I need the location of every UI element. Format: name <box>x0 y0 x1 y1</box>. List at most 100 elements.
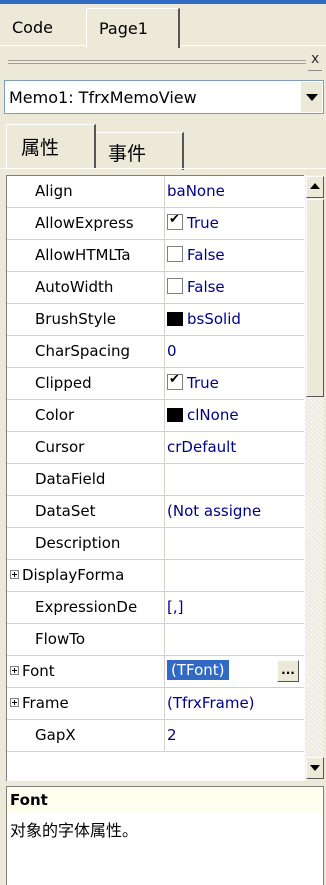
property-value-cell[interactable]: crDefault <box>167 438 305 460</box>
arrow-up-icon <box>310 183 320 189</box>
expand-plus-icon[interactable] <box>10 666 19 675</box>
property-name-cell[interactable]: AllowHTMLTa <box>7 240 165 271</box>
checkbox-checked-icon[interactable] <box>167 374 183 390</box>
property-name-cell[interactable]: DisplayForma <box>7 560 165 591</box>
property-name: BrushStyle <box>35 310 116 328</box>
property-value: False <box>187 246 225 264</box>
color-swatch-icon <box>167 408 183 422</box>
property-row[interactable]: Align baNone <box>7 176 305 208</box>
property-value-cell[interactable] <box>167 470 305 492</box>
property-name-cell[interactable]: GapX <box>7 720 165 751</box>
vertical-scrollbar[interactable] <box>304 175 324 780</box>
property-value-cell[interactable]: False <box>167 278 305 300</box>
dropdown-button[interactable] <box>300 82 322 112</box>
property-row[interactable]: AllowExpress True <box>7 208 305 240</box>
property-row[interactable]: CharSpacing 0 <box>7 336 305 368</box>
property-value: False <box>187 278 225 296</box>
property-name-cell[interactable]: Clipped <box>7 368 165 399</box>
property-name: Frame <box>22 694 69 712</box>
tab-code[interactable]: Code <box>12 18 53 37</box>
property-name: AllowExpress <box>35 214 134 232</box>
property-row[interactable]: DataSet (Not assigne <box>7 496 305 528</box>
scroll-thumb[interactable] <box>306 199 324 397</box>
property-name: Description <box>35 534 121 552</box>
property-name: ExpressionDe <box>35 598 138 616</box>
property-value-cell[interactable]: (TfrxFrame) <box>167 694 305 716</box>
tab-properties[interactable]: 属性 <box>6 124 96 168</box>
property-value-cell[interactable] <box>167 534 305 556</box>
property-value-cell[interactable]: bsSolid <box>167 310 305 332</box>
scroll-up-button[interactable] <box>306 176 324 198</box>
object-selector-value: Memo1: TfrxMemoView <box>9 88 197 107</box>
property-row[interactable]: ExpressionDe [,] <box>7 592 305 624</box>
property-row[interactable]: Cursor crDefault <box>7 432 305 464</box>
property-row[interactable]: Font (TFont)... <box>7 656 305 688</box>
description-text: 对象的字体属性。 <box>10 821 139 840</box>
close-icon[interactable]: x <box>311 52 319 66</box>
property-value-cell[interactable]: [,] <box>167 598 305 620</box>
property-value-cell[interactable]: False <box>167 246 305 268</box>
property-value-cell[interactable]: 2 <box>167 726 305 748</box>
checkbox-checked-icon[interactable] <box>167 214 183 230</box>
property-name-cell[interactable]: Font <box>7 656 165 687</box>
tab-page1-label: Page1 <box>99 19 148 38</box>
property-name-cell[interactable]: Color <box>7 400 165 431</box>
property-value: bsSolid <box>187 310 241 328</box>
property-value-cell[interactable]: True <box>167 214 305 236</box>
property-value-cell[interactable] <box>167 566 305 588</box>
property-name-cell[interactable]: BrushStyle <box>7 304 165 335</box>
property-value: True <box>187 374 219 392</box>
object-selector[interactable]: Memo1: TfrxMemoView <box>4 80 324 114</box>
property-row[interactable]: DisplayForma <box>7 560 305 592</box>
ellipsis-button[interactable]: ... <box>277 660 299 682</box>
property-grid: Align baNone AllowExpress True AllowHTMLTa Fa… <box>6 175 305 781</box>
property-value-cell[interactable]: 0 <box>167 342 305 364</box>
property-value-cell[interactable] <box>167 630 305 652</box>
expand-plus-icon[interactable] <box>10 698 19 707</box>
property-row[interactable]: BrushStyle bsSolid <box>7 304 305 336</box>
property-row[interactable]: Description <box>7 528 305 560</box>
tab-events[interactable]: 事件 <box>96 132 184 170</box>
property-row[interactable]: DataField <box>7 464 305 496</box>
checkbox-icon[interactable] <box>167 278 183 294</box>
property-name-cell[interactable]: AutoWidth <box>7 272 165 303</box>
tab-page1[interactable]: Page1 <box>86 8 180 48</box>
scroll-down-button[interactable] <box>306 757 324 779</box>
property-value-cell[interactable]: (Not assigne <box>167 502 305 524</box>
property-name-cell[interactable]: DataField <box>7 464 165 495</box>
property-name-cell[interactable]: FlowTo <box>7 624 165 655</box>
property-row[interactable]: Frame (TfrxFrame) <box>7 688 305 720</box>
property-row[interactable]: AllowHTMLTa False <box>7 240 305 272</box>
panel-gripper[interactable] <box>8 60 306 66</box>
property-row[interactable]: FlowTo <box>7 624 305 656</box>
property-value-cell[interactable]: True <box>167 374 305 396</box>
property-name-cell[interactable]: Cursor <box>7 432 165 463</box>
property-name-cell[interactable]: AllowExpress <box>7 208 165 239</box>
property-name-cell[interactable]: ExpressionDe <box>7 592 165 623</box>
property-row[interactable]: Clipped True <box>7 368 305 400</box>
property-name: FlowTo <box>35 630 86 648</box>
tab-events-label: 事件 <box>108 143 147 165</box>
property-name: AutoWidth <box>35 278 114 296</box>
property-name-cell[interactable]: CharSpacing <box>7 336 165 367</box>
property-row[interactable]: Color clNone <box>7 400 305 432</box>
description-pane: Font 对象的字体属性。 <box>6 786 324 885</box>
property-row[interactable]: AutoWidth False <box>7 272 305 304</box>
property-name: Clipped <box>35 374 92 392</box>
property-value-selected[interactable]: (TFont) <box>167 660 229 680</box>
property-name: DataSet <box>35 502 96 520</box>
checkbox-icon[interactable] <box>167 246 183 262</box>
expand-plus-icon[interactable] <box>10 570 19 579</box>
property-name-cell[interactable]: Frame <box>7 688 165 719</box>
property-value: 0 <box>167 342 177 360</box>
property-value: True <box>187 214 219 232</box>
property-value-cell[interactable]: clNone <box>167 406 305 428</box>
property-row[interactable]: GapX 2 <box>7 720 305 752</box>
property-name-cell[interactable]: DataSet <box>7 496 165 527</box>
property-value: (TfrxFrame) <box>167 694 255 712</box>
property-name-cell[interactable]: Description <box>7 528 165 559</box>
property-value-cell[interactable]: baNone <box>167 182 305 204</box>
property-name: Cursor <box>35 438 85 456</box>
property-name: Align <box>35 182 73 200</box>
property-name-cell[interactable]: Align <box>7 176 165 207</box>
